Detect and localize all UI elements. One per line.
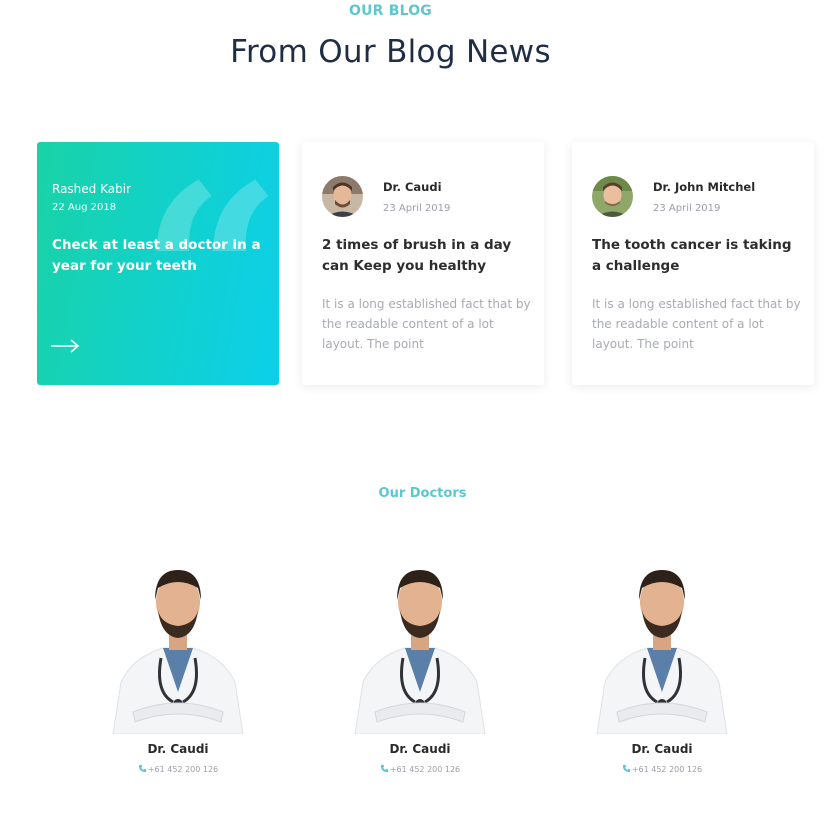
doctor-name: Dr. Caudi bbox=[389, 742, 451, 756]
doctor-name: Dr. Caudi bbox=[147, 742, 209, 756]
avatar bbox=[592, 176, 633, 217]
featured-blog-card[interactable]: “ Rashed Kabir 22 Aug 2018 Check at leas… bbox=[37, 142, 279, 385]
featured-author: Rashed Kabir bbox=[52, 182, 131, 196]
post-excerpt: It is a long established fact that by th… bbox=[592, 297, 801, 351]
doctor-photo bbox=[596, 570, 728, 734]
featured-title[interactable]: Check at least a doctor in a year for yo… bbox=[52, 235, 262, 277]
phone-icon bbox=[138, 764, 146, 773]
blog-section-title: From Our Blog News bbox=[230, 34, 551, 70]
doctor-photo bbox=[112, 570, 244, 734]
doctor-phone-number: +61 452 200 126 bbox=[389, 765, 461, 774]
blog-post-card[interactable]: Dr. Caudi 23 April 2019 2 times of brush… bbox=[302, 142, 544, 385]
doctor-card[interactable]: Dr. Caudi +61 452 200 126 bbox=[103, 562, 253, 782]
doctor-card[interactable]: Dr. Caudi +61 452 200 126 bbox=[587, 562, 737, 782]
doctor-phone[interactable]: +61 452 200 126 bbox=[587, 764, 737, 774]
post-title[interactable]: 2 times of brush in a day can Keep you h… bbox=[322, 235, 534, 277]
phone-icon bbox=[380, 764, 388, 773]
post-author: Dr. Caudi bbox=[383, 180, 442, 194]
post-title[interactable]: The tooth cancer is taking a challenge bbox=[592, 235, 804, 277]
post-date: 23 April 2019 bbox=[653, 203, 721, 214]
doctor-name: Dr. Caudi bbox=[631, 742, 693, 756]
blog-eyebrow: OUR BLOG bbox=[348, 3, 432, 19]
post-excerpt: It is a long established fact that by th… bbox=[322, 297, 531, 351]
phone-icon bbox=[622, 764, 630, 773]
doctors-section-heading: Our Doctors bbox=[378, 486, 467, 501]
blog-post-card[interactable]: Dr. John Mitchel 23 April 2019 The tooth… bbox=[572, 142, 814, 385]
doctor-phone[interactable]: +61 452 200 126 bbox=[103, 764, 253, 774]
doctor-phone-number: +61 452 200 126 bbox=[147, 765, 219, 774]
doctor-phone-number: +61 452 200 126 bbox=[631, 765, 703, 774]
arrow-right-icon[interactable] bbox=[50, 338, 80, 354]
doctor-photo bbox=[354, 570, 486, 734]
post-date: 23 April 2019 bbox=[383, 203, 451, 214]
post-author: Dr. John Mitchel bbox=[653, 180, 756, 194]
doctor-card[interactable]: Dr. Caudi +61 452 200 126 bbox=[345, 562, 495, 782]
doctor-phone[interactable]: +61 452 200 126 bbox=[345, 764, 495, 774]
avatar bbox=[322, 176, 363, 217]
featured-date: 22 Aug 2018 bbox=[52, 202, 117, 213]
